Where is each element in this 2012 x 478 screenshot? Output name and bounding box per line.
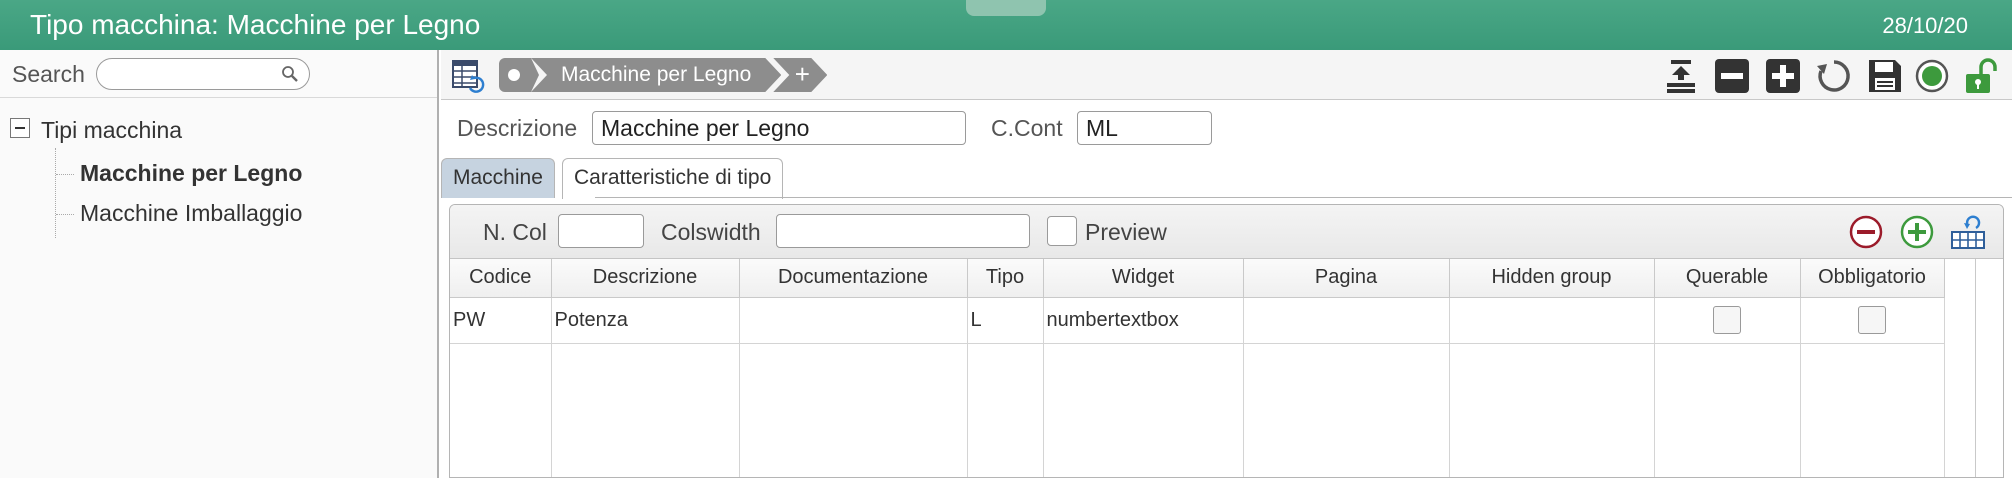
search-input[interactable] [96, 58, 310, 90]
colswidth-label: Colswidth [661, 219, 761, 245]
tab-bar: Macchine Caratteristiche di tipo [441, 158, 2012, 199]
descrizione-label: Descrizione [457, 115, 578, 141]
window-title: Tipo macchina: Macchine per Legno [30, 9, 481, 40]
refresh-icon[interactable] [1816, 58, 1852, 94]
tree-root-label[interactable]: Tipi macchina [41, 117, 182, 144]
remove-row-icon[interactable] [1848, 214, 1884, 250]
obbligatorio-checkbox[interactable] [1858, 306, 1886, 334]
breadcrumb-item[interactable]: Macchine per Legno [531, 58, 781, 92]
left-panel: Search Tipi macchina Macchine per Legno … [0, 50, 439, 478]
main-toolbar: Macchine per Legno + [441, 50, 2012, 100]
ccont-field[interactable]: ML [1077, 111, 1212, 145]
cell-documentazione[interactable] [739, 297, 968, 344]
table-row[interactable]: PW Potenza L numbertextbox [450, 297, 1945, 344]
column-header-tipo[interactable]: Tipo [967, 259, 1044, 298]
preview-label: Preview [1085, 219, 1167, 245]
ccont-label: C.Cont [991, 115, 1063, 141]
column-header-widget[interactable]: Widget [1043, 259, 1244, 298]
import-icon[interactable] [1663, 58, 1699, 94]
breadcrumb-add-button[interactable]: + [773, 58, 827, 92]
column-header-querable[interactable]: Querable [1654, 259, 1801, 298]
form-row: Descrizione Macchine per Legno C.Cont ML [441, 100, 2012, 158]
cell-codice[interactable]: PW [450, 297, 552, 344]
grid-nav-icon[interactable] [450, 58, 486, 94]
column-header-pagina[interactable]: Pagina [1243, 259, 1450, 298]
breadcrumb-home[interactable] [499, 58, 539, 92]
column-header-codice[interactable]: Codice [450, 259, 552, 298]
column-header-documentazione[interactable]: Documentazione [739, 259, 968, 298]
add-icon[interactable] [1765, 58, 1801, 94]
caratteristiche-grid: Codice Descrizione Documentazione Tipo W… [450, 259, 1945, 477]
drag-handle[interactable] [966, 0, 1046, 16]
grid-header-row: Codice Descrizione Documentazione Tipo W… [450, 259, 1945, 298]
tab-macchine[interactable]: Macchine [441, 158, 555, 198]
add-row-icon[interactable] [1899, 214, 1935, 250]
cell-tipo[interactable]: L [967, 297, 1044, 344]
window-titlebar: Tipo macchina: Macchine per Legno 28/10/… [0, 0, 2012, 50]
panel-toolbar: N. Col Colswidth Preview [450, 205, 2003, 259]
search-row: Search [0, 50, 437, 98]
save-icon[interactable] [1867, 58, 1903, 94]
tree-item-macchine-legno[interactable]: Macchine per Legno [80, 160, 302, 187]
breadcrumb: Macchine per Legno + [499, 58, 827, 92]
column-header-obbligatorio[interactable]: Obbligatorio [1800, 259, 1945, 298]
caratteristiche-panel: N. Col Colswidth Preview Codice Descrizi… [449, 204, 2004, 478]
ncol-field[interactable] [558, 214, 644, 248]
descrizione-field[interactable]: Macchine per Legno [592, 111, 966, 145]
ncol-label: N. Col [483, 219, 547, 245]
cell-obbligatorio [1800, 297, 1945, 344]
cell-querable [1654, 297, 1801, 344]
colswidth-field[interactable] [776, 214, 1030, 248]
empty-row [450, 343, 1945, 477]
tree-item-macchine-imballaggio[interactable]: Macchine Imballaggio [80, 200, 302, 227]
unlock-icon[interactable] [1963, 58, 1999, 94]
current-date: 28/10/20 [1882, 13, 1968, 38]
collapse-icon[interactable] [10, 118, 30, 138]
cell-descrizione[interactable]: Potenza [551, 297, 740, 344]
cell-widget[interactable]: numbertextbox [1043, 297, 1244, 344]
search-icon [282, 66, 298, 82]
column-header-descrizione[interactable]: Descrizione [551, 259, 740, 298]
tab-caratteristiche[interactable]: Caratteristiche di tipo [562, 158, 784, 199]
search-label: Search [12, 61, 85, 87]
column-header-hidden-group[interactable]: Hidden group [1449, 259, 1655, 298]
preview-checkbox[interactable] [1047, 216, 1077, 246]
grid-scrollbar[interactable] [1975, 259, 2003, 477]
cell-pagina[interactable] [1243, 297, 1450, 344]
remove-icon[interactable] [1714, 58, 1750, 94]
status-circle-icon[interactable] [1914, 58, 1950, 94]
cell-hidden-group[interactable] [1449, 297, 1655, 344]
grid-refresh-icon[interactable] [1950, 214, 1986, 250]
querable-checkbox[interactable] [1713, 306, 1741, 334]
